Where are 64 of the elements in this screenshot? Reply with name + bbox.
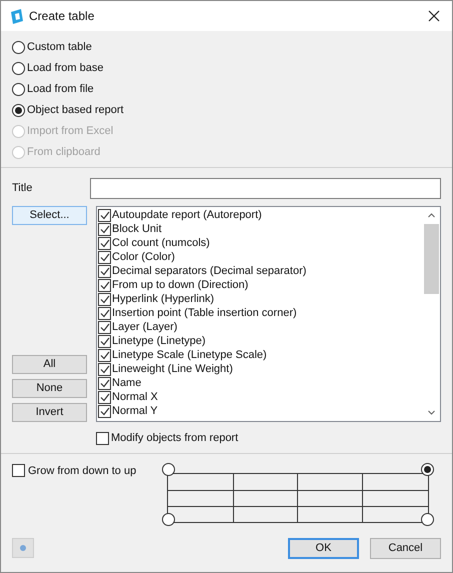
- property-item[interactable]: Normal X: [112, 390, 158, 404]
- checkbox[interactable]: [98, 236, 111, 250]
- radio-label: Import from Excel: [27, 124, 114, 139]
- checkbox[interactable]: [98, 292, 111, 306]
- selection-button[interactable]: None: [12, 379, 87, 398]
- checkbox[interactable]: [98, 390, 111, 404]
- property-item[interactable]: Layer (Layer): [112, 320, 178, 334]
- checkbox[interactable]: [98, 222, 111, 236]
- property-item[interactable]: Name: [112, 376, 142, 390]
- checkbox[interactable]: [98, 306, 111, 320]
- help-icon: [20, 545, 26, 551]
- property-item[interactable]: Decimal separators (Decimal separator): [112, 264, 306, 278]
- property-item[interactable]: Autoupdate report (Autoreport): [112, 208, 262, 222]
- property-list[interactable]: [96, 206, 441, 422]
- app-logo-icon: [10, 8, 24, 24]
- cancel-button[interactable]: Cancel: [370, 538, 441, 558]
- checkbox-label: Grow from down to up: [28, 464, 136, 478]
- checkbox[interactable]: [98, 362, 111, 376]
- property-item[interactable]: Linetype (Linetype): [112, 334, 206, 348]
- property-item[interactable]: From up to down (Direction): [112, 278, 248, 292]
- checkbox[interactable]: [12, 464, 25, 476]
- scroll-up-icon[interactable]: [428, 213, 435, 218]
- checkbox[interactable]: [98, 250, 111, 264]
- checkbox[interactable]: [98, 264, 111, 278]
- property-item[interactable]: Hyperlink (Hyperlink): [112, 292, 214, 306]
- property-item[interactable]: Block Unit: [112, 222, 162, 236]
- property-item[interactable]: Linetype Scale (Linetype Scale): [112, 348, 267, 362]
- checkbox[interactable]: [98, 208, 111, 222]
- checkbox[interactable]: [98, 348, 111, 362]
- radio-label: Object based report: [27, 102, 124, 118]
- checkbox[interactable]: [98, 376, 111, 390]
- selection-button[interactable]: Invert: [12, 403, 87, 422]
- scrollbar-thumb[interactable]: [424, 224, 439, 294]
- radio-label: From clipboard: [27, 144, 100, 160]
- checkbox[interactable]: [98, 334, 111, 348]
- corner-radio-button[interactable]: [421, 512, 434, 526]
- property-item[interactable]: Insertion point (Table insertion corner): [112, 306, 297, 320]
- property-item[interactable]: Col count (numcols): [112, 236, 210, 250]
- close-icon[interactable]: [428, 10, 440, 22]
- title-input-field[interactable]: [90, 178, 441, 199]
- corner-radio-button[interactable]: [162, 462, 175, 476]
- title-label: Title: [12, 181, 34, 196]
- window-title: Create table: [29, 8, 94, 25]
- selection-button[interactable]: All: [12, 355, 87, 374]
- property-item[interactable]: Lineweight (Line Weight): [112, 362, 233, 376]
- corner-radio-button[interactable]: [162, 512, 175, 526]
- radio-button[interactable]: [12, 82, 25, 96]
- checkbox-label: Modify objects from report: [111, 431, 238, 446]
- radio-label: Load from file: [27, 82, 94, 97]
- select-button[interactable]: Select...: [12, 206, 87, 225]
- checkbox[interactable]: [98, 320, 111, 334]
- corner-radio-button[interactable]: [421, 462, 434, 476]
- checkbox[interactable]: [96, 432, 109, 445]
- radio-button[interactable]: [12, 62, 25, 74]
- checkbox[interactable]: [98, 404, 111, 418]
- checkbox[interactable]: [98, 278, 111, 292]
- property-item[interactable]: Color (Color): [112, 250, 175, 264]
- radio-label: Load from base: [27, 60, 104, 76]
- radio-label: Custom table: [27, 40, 92, 55]
- scroll-down-icon[interactable]: [428, 410, 435, 415]
- radio-button[interactable]: [12, 40, 25, 54]
- ok-button[interactable]: OK: [288, 538, 359, 558]
- radio-button[interactable]: [12, 104, 25, 116]
- property-item[interactable]: Normal Y: [112, 404, 158, 418]
